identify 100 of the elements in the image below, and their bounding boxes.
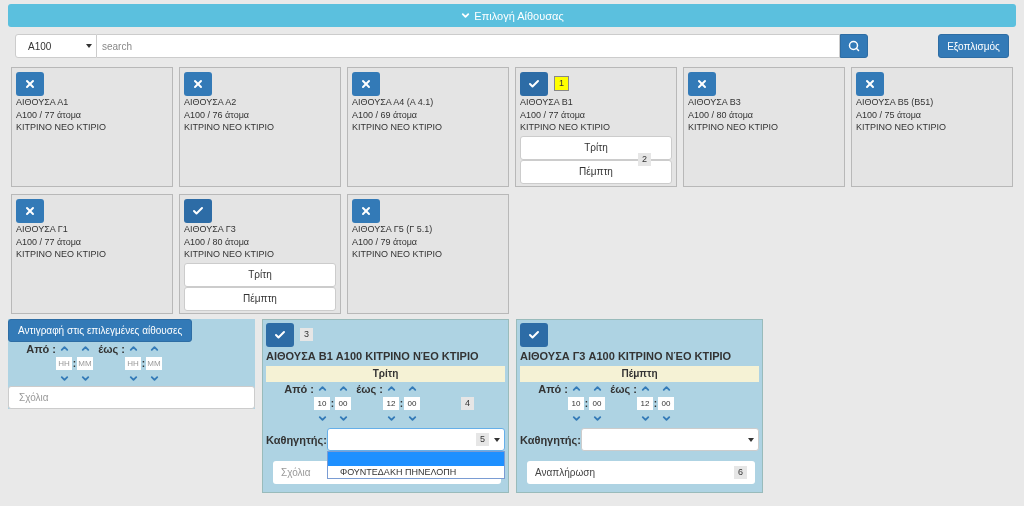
copy-button[interactable]: Αντιγραφή στις επιλεγμένες αίθουσες: [8, 319, 193, 342]
time-field[interactable]: 12: [637, 397, 653, 410]
room-capacity: A100 / 77 άτομα: [520, 108, 587, 121]
colon: :: [399, 397, 404, 409]
toggle-button[interactable]: [16, 72, 44, 96]
room-name: ΑΙΘΟΥΣΑ Γ5 (Γ 5.1): [352, 223, 434, 236]
close-icon: [24, 78, 36, 90]
toggle-button[interactable]: [856, 72, 884, 96]
chevron-down-icon[interactable]: [148, 373, 160, 384]
search-icon: [848, 40, 860, 52]
caret-icon: [748, 437, 754, 442]
time-field[interactable]: HH: [56, 357, 72, 370]
chevron-down-icon[interactable]: [591, 413, 603, 424]
room-name: ΑΙΘΟΥΣΑ Γ3: [184, 223, 237, 236]
time-field[interactable]: MM: [77, 357, 93, 370]
number-badge: 5: [476, 433, 489, 446]
comments-field[interactable]: Αναπλήρωση 6: [527, 461, 755, 484]
check-icon: [274, 329, 286, 341]
to-label: έως :: [610, 382, 637, 395]
from-label: Από :: [284, 382, 314, 395]
room-capacity: A100 / 77 άτομα: [16, 108, 83, 121]
close-icon: [192, 78, 204, 90]
caret-icon: [86, 44, 92, 48]
day-header: Πέμπτη: [520, 366, 759, 382]
chevron-up-icon[interactable]: [660, 383, 672, 394]
close-icon: [696, 78, 708, 90]
chevron-down-icon[interactable]: [58, 373, 70, 384]
day-button[interactable]: Τρίτη: [184, 262, 336, 287]
close-icon: [24, 205, 36, 217]
room-name: ΑΙΘΟΥΣΑ Β5 (Β51): [856, 96, 935, 109]
chevron-down-icon[interactable]: [127, 373, 139, 384]
chevron-up-icon[interactable]: [385, 383, 397, 394]
room-building: ΚΙΤΡΙΝΟ ΝΕΟ ΚΤΙΡΙΟ: [688, 121, 779, 134]
chevron-up-icon[interactable]: [148, 343, 160, 354]
comments-field[interactable]: Σχόλια: [8, 386, 255, 409]
chevron-down-icon[interactable]: [337, 413, 349, 424]
number-badge: 4: [461, 396, 474, 410]
schedule-title: ΑΙΘΟΥΣΑ Γ3 A100 ΚΙΤΡΙΝΟ ΝΈΟ ΚΤΙΡΙΟ: [520, 350, 733, 362]
time-field[interactable]: 00: [589, 397, 605, 410]
chevron-down-icon[interactable]: [316, 413, 328, 424]
chevron-up-icon[interactable]: [337, 383, 349, 394]
colon: :: [584, 397, 589, 409]
chevron-down-icon[interactable]: [660, 413, 672, 424]
chevron-down-icon[interactable]: [570, 413, 582, 424]
toggle-button[interactable]: [16, 199, 44, 223]
colon: :: [141, 357, 146, 369]
chevron-down-icon[interactable]: [406, 413, 418, 424]
number-badge: 3: [300, 328, 313, 341]
to-label: έως :: [356, 382, 383, 395]
toggle-button[interactable]: [352, 199, 380, 223]
chevron-up-icon[interactable]: [79, 343, 91, 354]
time-field[interactable]: 10: [314, 397, 330, 410]
room-building: ΚΙΤΡΙΝΟ ΝΕΟ ΚΤΙΡΙΟ: [352, 121, 443, 134]
close-icon: [864, 78, 876, 90]
toggle-button[interactable]: [520, 323, 548, 347]
number-badge: 1: [554, 76, 569, 91]
chevron-down-icon[interactable]: [639, 413, 651, 424]
search-field[interactable]: search: [97, 34, 840, 58]
toggle-button[interactable]: [352, 72, 380, 96]
to-label: έως :: [98, 342, 125, 355]
schedule-title: ΑΙΘΟΥΣΑ Β1 A100 ΚΙΤΡΙΝΟ ΝΈΟ ΚΤΙΡΙΟ: [266, 350, 480, 362]
check-icon: [528, 78, 540, 90]
chevron-up-icon[interactable]: [58, 343, 70, 354]
toggle-button[interactable]: [184, 199, 212, 223]
toggle-button[interactable]: [184, 72, 212, 96]
time-field[interactable]: 12: [383, 397, 399, 410]
chevron-down-icon[interactable]: [385, 413, 397, 424]
teacher-select[interactable]: [580, 428, 759, 451]
chevron-up-icon[interactable]: [406, 383, 418, 394]
chevron-up-icon[interactable]: [639, 383, 651, 394]
day-button[interactable]: Πέμπτη: [184, 286, 336, 311]
room-name: ΑΙΘΟΥΣΑ Γ1: [16, 223, 69, 236]
search-button[interactable]: [840, 34, 868, 58]
room-building: ΚΙΤΡΙΝΟ ΝΕΟ ΚΤΙΡΙΟ: [520, 121, 611, 134]
time-field[interactable]: HH: [125, 357, 141, 370]
chevron-up-icon[interactable]: [591, 383, 603, 394]
check-icon: [528, 329, 540, 341]
teacher-select[interactable]: 5: [326, 428, 505, 451]
room-building: ΚΙΤΡΙΝΟ ΝΕΟ ΚΤΙΡΙΟ: [184, 121, 275, 134]
chevron-down-icon[interactable]: [79, 373, 91, 384]
equipment-button[interactable]: Εξοπλισμός: [938, 34, 1009, 58]
toggle-button[interactable]: [688, 72, 716, 96]
building-select[interactable]: A100: [15, 34, 97, 58]
time-field[interactable]: 10: [568, 397, 584, 410]
from-label: Από :: [538, 382, 568, 395]
chevron-up-icon[interactable]: [127, 343, 139, 354]
teacher-label: Καθηγητής:: [520, 433, 581, 446]
time-field[interactable]: 00: [404, 397, 420, 410]
chevron-up-icon[interactable]: [570, 383, 582, 394]
close-icon: [360, 205, 372, 217]
time-field[interactable]: 00: [335, 397, 351, 410]
toggle-button[interactable]: [520, 72, 548, 96]
time-field[interactable]: 00: [658, 397, 674, 410]
colon: :: [330, 397, 335, 409]
time-field[interactable]: MM: [146, 357, 162, 370]
room-capacity: A100 / 79 άτομα: [352, 235, 419, 248]
toggle-button[interactable]: [266, 323, 294, 347]
chevron-up-icon[interactable]: [316, 383, 328, 394]
teacher-label: Καθηγητής:: [266, 433, 327, 446]
colon: :: [653, 397, 658, 409]
